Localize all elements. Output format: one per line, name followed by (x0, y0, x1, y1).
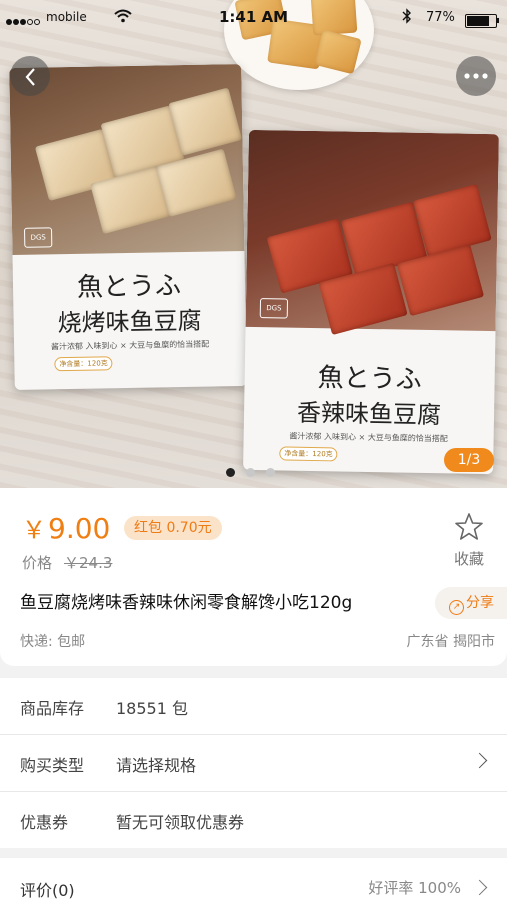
favorite-button[interactable]: 收藏 (444, 512, 494, 569)
original-price-label: 价格 (22, 554, 53, 572)
reviews-row[interactable]: 评价(0) 好评率 100% (0, 858, 507, 914)
chevron-left-icon (25, 68, 35, 86)
bag-title-cn: 烧烤味鱼豆腐 (57, 306, 202, 338)
bag-photo: DGS (245, 129, 499, 336)
brand-logo: DGS (259, 298, 289, 319)
row-value: 请选择规格 (116, 756, 197, 775)
shipping-info: 快递: 包邮 (20, 634, 86, 650)
bluetooth-icon (402, 8, 412, 28)
purchase-type-row[interactable]: 购买类型 请选择规格 (0, 735, 507, 792)
tofu-block (168, 87, 243, 156)
brand-logo: DGS (23, 227, 53, 248)
row-label: 商品库存 (20, 699, 85, 718)
currency-symbol: ￥ (22, 516, 46, 544)
pager-dot[interactable] (246, 468, 255, 477)
gallery-page-counter: 1/3 (444, 448, 494, 472)
current-price: ￥9.00 (22, 510, 110, 545)
seller-location: 广东省 揭阳市 (406, 634, 495, 650)
product-image-gallery[interactable]: DGS 魚とうふ 烧烤味鱼豆腐 酱汁浓郁 入味到心 × 大豆与鱼糜的恰当搭配 净… (0, 0, 507, 488)
product-bag-spicy: DGS 魚とうふ 香辣味鱼豆腐 酱汁浓郁 入味到心 × 大豆与鱼糜的恰当搭配 净… (243, 129, 499, 475)
reviews-label: 评价(0) (20, 881, 75, 900)
back-button[interactable] (10, 56, 50, 96)
row-label: 购买类型 (20, 756, 85, 775)
battery-percent: 77% (426, 10, 455, 25)
net-weight-chip: 净含量：120克 (279, 446, 338, 462)
bag-title-jp: 魚とうふ (76, 271, 182, 303)
gallery-pager-dots (226, 462, 286, 481)
row-value: 暂无可领取优惠券 (116, 813, 245, 832)
status-bar: mobile 1:41 AM 77% (0, 8, 507, 32)
bag-title-cn: 香辣味鱼豆腐 (296, 398, 442, 430)
product-title: 鱼豆腐烧烤味香辣味休闲零食解馋小吃120g (20, 593, 353, 613)
net-weight-chip: 净含量：120克 (54, 356, 113, 372)
product-bag-bbq: DGS 魚とうふ 烧烤味鱼豆腐 酱汁浓郁 入味到心 × 大豆与鱼糜的恰当搭配 净… (9, 64, 247, 390)
battery-icon (465, 14, 497, 28)
bag-tagline: 酱汁浓郁 入味到心 × 大豆与鱼糜的恰当搭配 (50, 339, 210, 352)
bag-title-jp: 魚とうふ (317, 363, 422, 395)
coupon-row: 优惠券 暂无可领取优惠券 (0, 792, 507, 848)
chevron-right-icon (471, 879, 488, 896)
more-options-button[interactable] (456, 56, 496, 96)
battery-fill (467, 16, 489, 26)
favorite-label: 收藏 (453, 550, 484, 568)
share-label: 分享 (466, 595, 494, 611)
stock-row: 商品库存 18551 包 (0, 678, 507, 735)
row-value: 18551 包 (116, 699, 188, 718)
share-button[interactable]: ↗ 分享 (435, 587, 507, 619)
row-label: 优惠券 (20, 813, 69, 832)
pager-dot[interactable] (266, 468, 275, 477)
more-dots-icon (464, 73, 488, 79)
tofu-block (413, 183, 492, 257)
chevron-right-icon (471, 752, 488, 769)
price-value: 9.00 (48, 512, 111, 545)
bag-tagline: 酱汁浓郁 入味到心 × 大豆与鱼糜的恰当搭配 (289, 431, 448, 444)
product-info-card: ￥9.00 红包 0.70元 价格 ￥24.3 收藏 鱼豆腐烧烤味香辣味休闲零食… (0, 488, 507, 666)
product-detail-list: 商品库存 18551 包 购买类型 请选择规格 优惠券 暂无可领取优惠券 (0, 678, 507, 848)
share-icon: ↗ (449, 600, 464, 615)
positive-rate: 好评率 100% (368, 879, 461, 897)
original-price: ￥24.3 (64, 554, 113, 572)
battery-tip (497, 18, 499, 23)
bag-photo: DGS (9, 64, 245, 255)
pager-dot[interactable] (226, 468, 235, 477)
star-icon (455, 513, 483, 540)
red-packet-badge[interactable]: 红包 0.70元 (124, 516, 222, 540)
